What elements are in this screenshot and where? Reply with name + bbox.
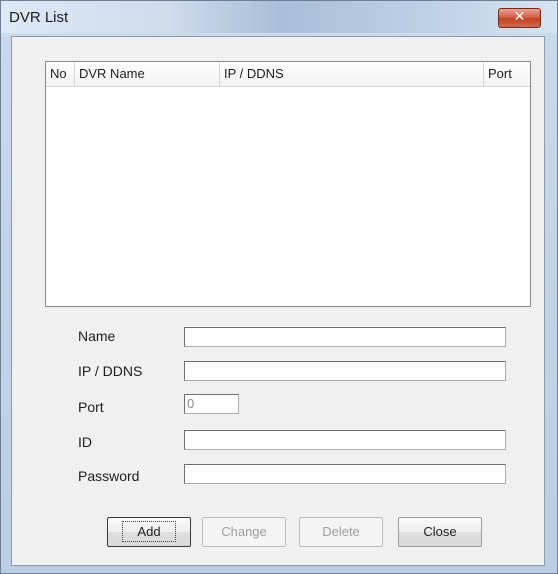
column-header-no[interactable]: No [46,62,75,86]
window-close-button[interactable]: ✕ [498,8,541,28]
window-title: DVR List [9,9,69,26]
id-field[interactable] [184,430,506,450]
column-header-ip-ddns[interactable]: IP / DDNS [220,62,484,86]
name-label: Name [78,328,116,344]
name-field[interactable] [184,327,506,347]
password-label: Password [78,468,140,484]
id-label: ID [78,434,92,450]
ip-ddns-label: IP / DDNS [78,363,143,379]
dvr-list-dialog: DVR List ✕ No DVR Name IP / DDNS Port Na… [0,0,558,574]
change-button[interactable]: Change [202,517,286,547]
column-header-port[interactable]: Port [484,62,530,86]
add-button-label: Add [122,521,176,542]
table-header: No DVR Name IP / DDNS Port [46,62,530,87]
close-button[interactable]: Close [398,517,482,547]
port-label: Port [78,399,104,415]
dialog-body: No DVR Name IP / DDNS Port Name IP / DDN… [11,36,545,566]
delete-button[interactable]: Delete [299,517,383,547]
column-header-dvr-name[interactable]: DVR Name [75,62,220,86]
ip-ddns-field[interactable] [184,361,506,381]
port-field[interactable]: 0 [184,394,239,414]
password-field[interactable] [184,464,506,484]
title-bar[interactable]: DVR List ✕ [1,1,557,33]
add-button[interactable]: Add [107,517,191,547]
dvr-list-table[interactable]: No DVR Name IP / DDNS Port [45,61,531,307]
